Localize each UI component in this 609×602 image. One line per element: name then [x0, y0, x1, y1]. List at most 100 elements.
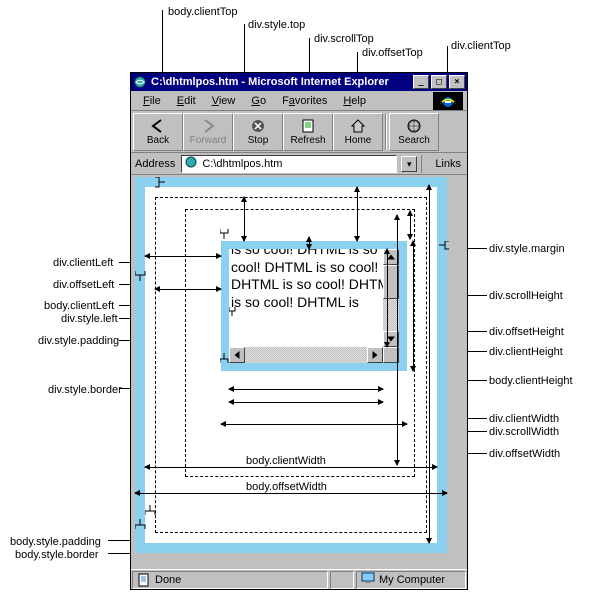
dim-div-offsetTop [357, 187, 358, 241]
menu-favorites[interactable]: Favorites [274, 93, 335, 109]
menubar: File Edit View Go Favorites Help [131, 91, 467, 111]
label-div-style-left: div.style.left [61, 313, 118, 325]
separator [421, 155, 427, 173]
stop-button[interactable]: Stop [233, 113, 283, 151]
close-button[interactable]: × [449, 75, 465, 89]
dim-body-clientWidth [145, 467, 437, 468]
dim-div-clientWidth [229, 389, 383, 390]
address-bar: Address C:\dhtmlpos.htm ▾ Links [131, 153, 467, 175]
bracket-div-style-padding [229, 307, 239, 317]
bracket-div-clientLeft [220, 229, 232, 241]
dim-div-scrollWidth [229, 402, 383, 403]
div-content-text: is so cool! DHTML is so cool! DHTML is s… [229, 249, 399, 311]
toolbar-label: Stop [248, 135, 269, 146]
chevron-down-icon [387, 337, 395, 342]
ie-page-icon [133, 75, 147, 89]
maximize-button[interactable]: □ [431, 75, 447, 89]
dim-div-offsetLeft [145, 256, 221, 257]
bracket-body-clientLeft [135, 271, 149, 283]
refresh-icon [300, 117, 316, 135]
browser-window: C:\dhtmlpos.htm - Microsoft Internet Exp… [130, 72, 468, 590]
bracket-body-style-border [135, 519, 149, 531]
toolbar-separator [385, 114, 387, 150]
titlebar: C:\dhtmlpos.htm - Microsoft Internet Exp… [131, 73, 467, 91]
label-div-scrollWidth: div.scrollWidth [489, 426, 559, 438]
label-div-scrollTop: div.scrollTop [314, 33, 374, 45]
minimize-button[interactable]: _ [413, 75, 429, 89]
bracket-body-style-padding [145, 505, 159, 517]
stop-icon [250, 117, 266, 135]
label-div-offsetLeft: div.offsetLeft [53, 279, 114, 291]
back-arrow-icon [150, 117, 166, 135]
bracket-body-clientTop [155, 177, 167, 191]
page-icon [184, 155, 198, 172]
search-icon [406, 117, 422, 135]
home-icon [350, 117, 366, 135]
address-dropdown-button[interactable]: ▾ [401, 156, 417, 172]
window-title: C:\dhtmlpos.htm - Microsoft Internet Exp… [151, 76, 411, 88]
dim-div-offsetHeight [413, 241, 414, 371]
label-div-clientLeft: div.clientLeft [53, 257, 113, 269]
menu-help[interactable]: Help [335, 93, 374, 109]
label-div-offsetWidth: div.offsetWidth [489, 448, 560, 460]
label-div-style-top: div.style.top [248, 19, 305, 31]
dim-div-style-left [155, 289, 221, 290]
dim-div-offsetWidth [221, 424, 407, 425]
label-div-style-padding: div.style.padding [38, 335, 119, 347]
toolbar-label: Home [345, 135, 372, 146]
dim-div-scrollTop [309, 237, 310, 249]
status-text: Done [155, 574, 181, 586]
bracket-div-style-border [220, 353, 232, 365]
label-body-clientTop: body.clientTop [168, 6, 238, 18]
toolbar-label: Back [147, 135, 169, 146]
div-border-box: is so cool! DHTML is so cool! DHTML is s… [221, 241, 407, 371]
links-label[interactable]: Links [431, 158, 465, 170]
status-pane-done: Done [132, 571, 328, 589]
menu-go[interactable]: Go [243, 93, 274, 109]
label-body-offsetWidth: body.offsetWidth [246, 481, 327, 493]
status-pane-zone: My Computer [356, 571, 466, 589]
chevron-up-icon [387, 255, 395, 260]
status-pane-blank [330, 571, 354, 589]
label-div-clientTop: div.clientTop [451, 40, 511, 52]
address-value: C:\dhtmlpos.htm [202, 158, 282, 170]
label-div-style-margin: div.style.margin [489, 243, 565, 255]
address-input[interactable]: C:\dhtmlpos.htm [181, 155, 397, 173]
dim-div-clientHeight [387, 249, 388, 347]
toolbar: Back Forward Stop Refresh Home Search [131, 111, 467, 153]
label-div-offsetHeight: div.offsetHeight [489, 326, 564, 338]
label-div-offsetTop: div.offsetTop [362, 47, 423, 59]
forward-button[interactable]: Forward [183, 113, 233, 151]
label-body-style-padding: body.style.padding [10, 536, 101, 548]
label-body-clientWidth: body.clientWidth [246, 455, 326, 467]
toolbar-label: Forward [190, 135, 227, 146]
back-button[interactable]: Back [133, 113, 183, 151]
forward-arrow-icon [200, 117, 216, 135]
refresh-button[interactable]: Refresh [283, 113, 333, 151]
menu-file[interactable]: File [135, 93, 169, 109]
document-icon [137, 573, 151, 587]
toolbar-label: Refresh [290, 135, 325, 146]
ie-logo [433, 92, 463, 110]
dim-div-style-top [244, 197, 245, 241]
label-div-clientWidth: div.clientWidth [489, 413, 559, 425]
menu-edit[interactable]: Edit [169, 93, 204, 109]
dim-div-style-margin [410, 211, 411, 239]
chevron-left-icon [235, 351, 240, 359]
dim-body-clientHeight [429, 185, 430, 543]
dim-body-offsetWidth [135, 493, 447, 494]
label-div-scrollHeight: div.scrollHeight [489, 290, 563, 302]
horizontal-scrollbar[interactable] [229, 347, 383, 363]
chevron-right-icon [373, 351, 378, 359]
label-body-clientLeft: body.clientLeft [44, 300, 114, 312]
toolbar-label: Search [398, 135, 430, 146]
dim-div-scrollHeight [397, 215, 398, 465]
content-area: is so cool! DHTML is so cool! DHTML is s… [131, 175, 467, 567]
scroll-right-button[interactable] [367, 347, 383, 363]
home-button[interactable]: Home [333, 113, 383, 151]
computer-icon [361, 571, 375, 588]
search-button[interactable]: Search [389, 113, 439, 151]
menu-view[interactable]: View [204, 93, 244, 109]
label-body-clientHeight: body.clientHeight [489, 375, 573, 387]
label-div-style-border: div.style.border [48, 384, 122, 396]
